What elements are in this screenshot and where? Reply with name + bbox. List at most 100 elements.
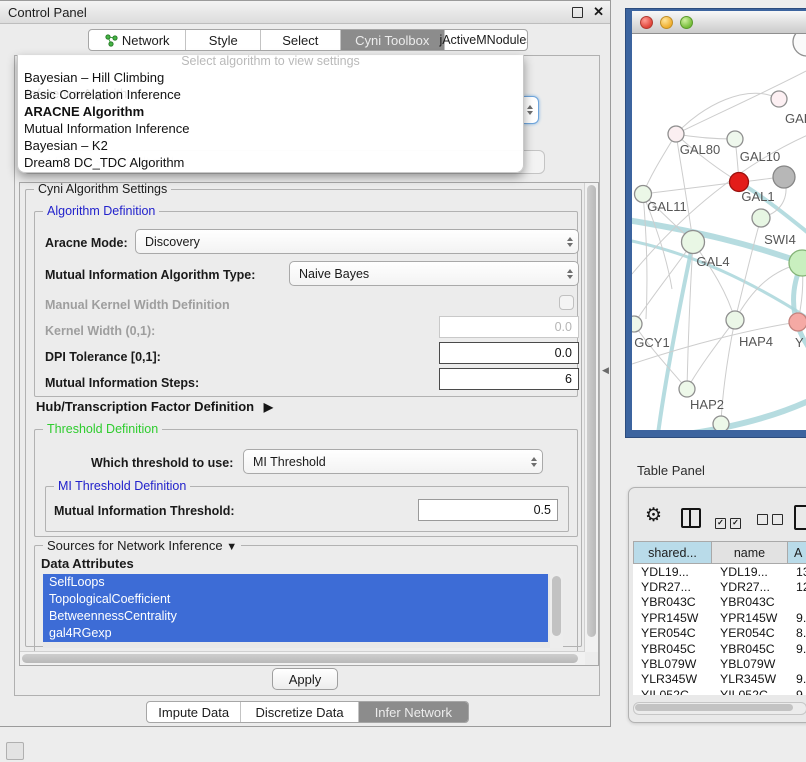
- attribute-item[interactable]: gal4RGexp: [43, 625, 548, 642]
- network-tab-icon: [105, 34, 118, 47]
- network-node[interactable]: [793, 34, 806, 56]
- network-view-window: GAL GAL80 GAL10 GAL1 GAL11 SWI4 GAL4 GCY…: [625, 8, 806, 438]
- column-header-clipped[interactable]: A: [788, 541, 806, 564]
- dpi-tolerance-field[interactable]: 0.0: [439, 342, 579, 364]
- tab-network[interactable]: Network: [89, 30, 185, 50]
- cell-name: YDR27...: [712, 580, 788, 594]
- mutual-information-threshold-field[interactable]: 0.5: [418, 499, 558, 521]
- mi-steps-label: Mutual Information Steps:: [45, 376, 199, 390]
- data-attributes-list: SelfLoops TopologicalCoefficient Between…: [43, 574, 563, 648]
- close-icon[interactable]: ✕: [593, 4, 604, 20]
- close-traffic-light[interactable]: [640, 16, 653, 29]
- cell-shared-name: YBR043C: [633, 595, 712, 609]
- tab-jactivemnodules[interactable]: jActiveMNodules: [444, 30, 527, 50]
- attribute-item[interactable]: SelfLoops: [43, 574, 548, 591]
- tab-infer-network[interactable]: Infer Network: [358, 702, 468, 722]
- show-selected-columns-icon[interactable]: ✓✓: [715, 512, 745, 530]
- manual-kernel-width-checkbox[interactable]: [559, 295, 574, 310]
- node-label: SWI4: [764, 232, 796, 247]
- cell-name: YBR045C: [712, 642, 788, 656]
- screen: Control Panel ✕ Network Style: [0, 0, 806, 762]
- table-horizontal-scrollbar[interactable]: [633, 702, 806, 715]
- spinner-arrows-icon: [527, 105, 533, 115]
- network-node[interactable]: [682, 231, 705, 254]
- table-row[interactable]: YIL052C YIL052C 9: [633, 687, 806, 695]
- tab-style[interactable]: Style: [185, 30, 260, 50]
- network-node[interactable]: [632, 316, 642, 332]
- mi-steps-field[interactable]: 6: [439, 368, 579, 390]
- dropdown-item[interactable]: Bayesian – Hill Climbing: [18, 69, 523, 86]
- tab-discretize-data[interactable]: Discretize Data: [240, 702, 357, 722]
- column-header-shared-name[interactable]: shared...: [633, 541, 712, 564]
- attribute-item[interactable]: TopologicalCoefficient: [43, 591, 548, 608]
- network-node[interactable]: [771, 91, 787, 107]
- tab-style-label: Style: [209, 33, 238, 48]
- float-window-icon[interactable]: [572, 7, 583, 18]
- network-canvas[interactable]: GAL GAL80 GAL10 GAL1 GAL11 SWI4 GAL4 GCY…: [632, 34, 806, 430]
- cyni-algorithm-settings-title: Cyni Algorithm Settings: [34, 182, 171, 196]
- minimize-traffic-light[interactable]: [660, 16, 673, 29]
- attribute-item[interactable]: BetweennessCentrality: [43, 608, 548, 625]
- table-row[interactable]: YER054C YER054C 8.: [633, 626, 806, 641]
- attributes-list-scrollbar[interactable]: [550, 574, 563, 648]
- hidden-algorithm-combobox-fragment[interactable]: [524, 96, 539, 124]
- table-row[interactable]: YBL079W YBL079W: [633, 656, 806, 671]
- gear-icon[interactable]: ⚙: [645, 504, 662, 527]
- network-node[interactable]: [668, 126, 684, 142]
- aracne-mode-label: Aracne Mode:: [45, 236, 128, 250]
- document-icon[interactable]: [794, 505, 806, 530]
- column-header-name[interactable]: name: [712, 541, 788, 564]
- hide-columns-icon[interactable]: [757, 512, 787, 530]
- mi-algorithm-type-combobox[interactable]: Naive Bayes: [289, 261, 579, 286]
- panel-grip-icon[interactable]: [6, 742, 24, 760]
- aracne-mode-combobox[interactable]: Discovery: [135, 229, 579, 254]
- sources-title-label: Sources for Network Inference: [47, 538, 223, 553]
- network-node[interactable]: [789, 313, 806, 331]
- network-node[interactable]: [726, 311, 744, 329]
- algorithm-definition-group: Algorithm Definition Aracne Mode: Discov…: [34, 211, 578, 397]
- network-node[interactable]: [789, 250, 806, 276]
- network-node[interactable]: [679, 381, 695, 397]
- columns-icon[interactable]: [681, 508, 701, 528]
- tab-impute-data-label: Impute Data: [158, 705, 229, 720]
- manual-kernel-width-label: Manual Kernel Width Definition: [45, 298, 230, 312]
- apply-button[interactable]: Apply: [272, 668, 338, 690]
- table-row[interactable]: YPR145W YPR145W 9.: [633, 610, 806, 625]
- which-threshold-combobox[interactable]: MI Threshold: [243, 449, 543, 474]
- tab-cyni-toolbox[interactable]: Cyni Toolbox: [340, 30, 444, 50]
- kernel-width-field[interactable]: 0.0: [439, 316, 579, 338]
- network-node[interactable]: [773, 166, 795, 188]
- cell-shared-name: YLR345W: [633, 672, 712, 686]
- tab-select[interactable]: Select: [260, 30, 340, 50]
- tab-select-label: Select: [282, 33, 318, 48]
- split-pane-handle-icon[interactable]: ◀: [602, 365, 609, 376]
- network-node-labels: GAL GAL80 GAL10 GAL1 GAL11 SWI4 GAL4 GCY…: [634, 111, 806, 412]
- sources-title[interactable]: Sources for Network Inference ▼: [43, 538, 241, 553]
- mi-steps-value: 6: [565, 372, 572, 386]
- table-row[interactable]: YBR043C YBR043C: [633, 595, 806, 610]
- dropdown-item[interactable]: Dream8 DC_TDC Algorithm: [18, 154, 523, 171]
- network-node[interactable]: [727, 131, 743, 147]
- table-panel-window: ⚙ ✓✓ shared... name A YDL19... YDL19... …: [628, 487, 806, 723]
- threshold-definition-title: Threshold Definition: [43, 422, 162, 436]
- node-label: GCY1: [634, 335, 669, 350]
- tab-network-label: Network: [122, 33, 170, 48]
- control-panel-titlebar: Control Panel ✕: [0, 1, 610, 24]
- table-row[interactable]: YLR345W YLR345W 9.: [633, 672, 806, 687]
- settings-horizontal-scrollbar[interactable]: [20, 651, 585, 665]
- dropdown-item[interactable]: Mutual Information Inference: [18, 120, 523, 137]
- tab-impute-data[interactable]: Impute Data: [147, 702, 240, 722]
- node-label: GAL11: [647, 199, 687, 214]
- table-row[interactable]: YDL19... YDL19... 13: [633, 564, 806, 579]
- network-node[interactable]: [713, 416, 729, 430]
- settings-vertical-scrollbar[interactable]: [584, 183, 598, 652]
- zoom-traffic-light[interactable]: [680, 16, 693, 29]
- network-node[interactable]: [752, 209, 770, 227]
- cell-name: YPR145W: [712, 611, 788, 625]
- hub-transcription-factor-expander[interactable]: Hub/Transcription Factor Definition ▶: [36, 399, 273, 414]
- dropdown-item-highlighted[interactable]: ARACNE Algorithm: [18, 103, 523, 120]
- table-row[interactable]: YDR27... YDR27... 12: [633, 579, 806, 594]
- node-label: GAL: [785, 111, 806, 126]
- table-row[interactable]: YBR045C YBR045C 9.: [633, 641, 806, 656]
- dropdown-item[interactable]: Bayesian – K2: [18, 137, 523, 154]
